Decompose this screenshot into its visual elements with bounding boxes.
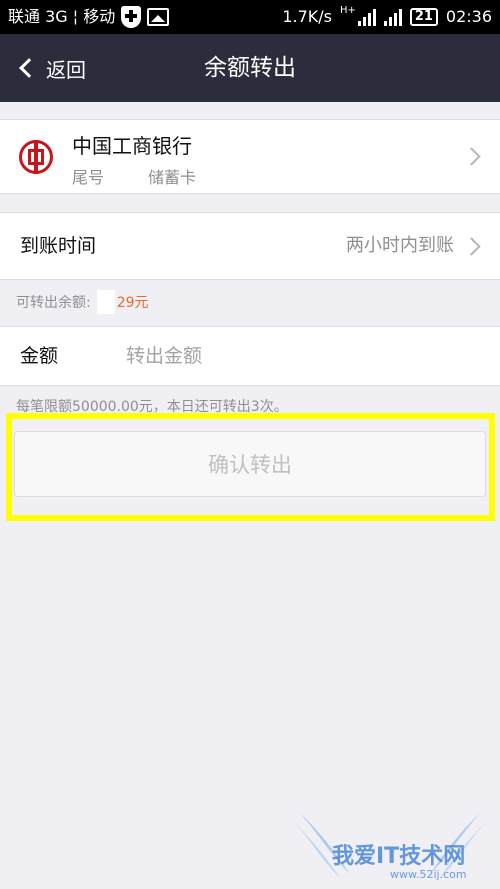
bank-card-details: 尾号 储蓄卡 [72,164,196,188]
status-bar: 联通 3G ¦ 移动 1.7K/s H+ 21 02:36 [0,0,500,34]
watermark-url: www.52ij.com [390,868,467,881]
nav-bar: 返回 余额转出 [0,34,500,102]
shield-icon [121,6,142,28]
clock: 02:36 [445,7,492,26]
back-label: 返回 [46,57,86,82]
card-type: 储蓄卡 [148,168,197,187]
arrival-time-value: 两小时内到账 [346,235,454,256]
bank-name: 中国工商银行 [72,134,192,158]
amount-label: 金额 [20,345,59,367]
amount-input[interactable] [126,337,466,375]
chevron-right-icon [462,147,481,166]
icbc-logo-icon [19,140,53,174]
watermark-text: 我爱IT技术网 [332,844,466,869]
signal-icon-2 [383,8,402,26]
signal-icon [357,8,376,26]
arrival-time-row[interactable]: 到账时间 两小时内到账 [0,212,500,280]
network-type: H+ [339,5,356,16]
balance-amount: 29元 [116,295,149,311]
bank-card-row[interactable]: 中国工商银行 尾号 储蓄卡 [0,119,500,194]
image-icon [147,8,170,26]
confirm-transfer-button[interactable]: 确认转出 [14,431,486,497]
battery-icon: 21 [409,8,438,26]
balance-redaction [96,290,115,314]
watermark-logo: 我爱IT技术网 www.52ij.com [280,808,500,889]
chevron-right-icon [462,237,481,256]
amount-row: 金额 [0,326,500,386]
back-button[interactable]: 返回 [18,34,86,102]
balance-label: 可转出余额: [16,295,91,311]
network-speed: 1.7K/s [282,7,332,26]
available-balance: 可转出余额: 29元 [16,290,149,314]
carrier-text: 联通 3G ¦ 移动 [8,7,116,26]
arrival-time-label: 到账时间 [20,235,97,257]
card-tail-label: 尾号 [72,168,105,187]
status-right: 1.7K/s H+ 21 02:36 [282,0,492,34]
status-left: 联通 3G ¦ 移动 [8,0,170,34]
chevron-left-icon [19,58,39,78]
